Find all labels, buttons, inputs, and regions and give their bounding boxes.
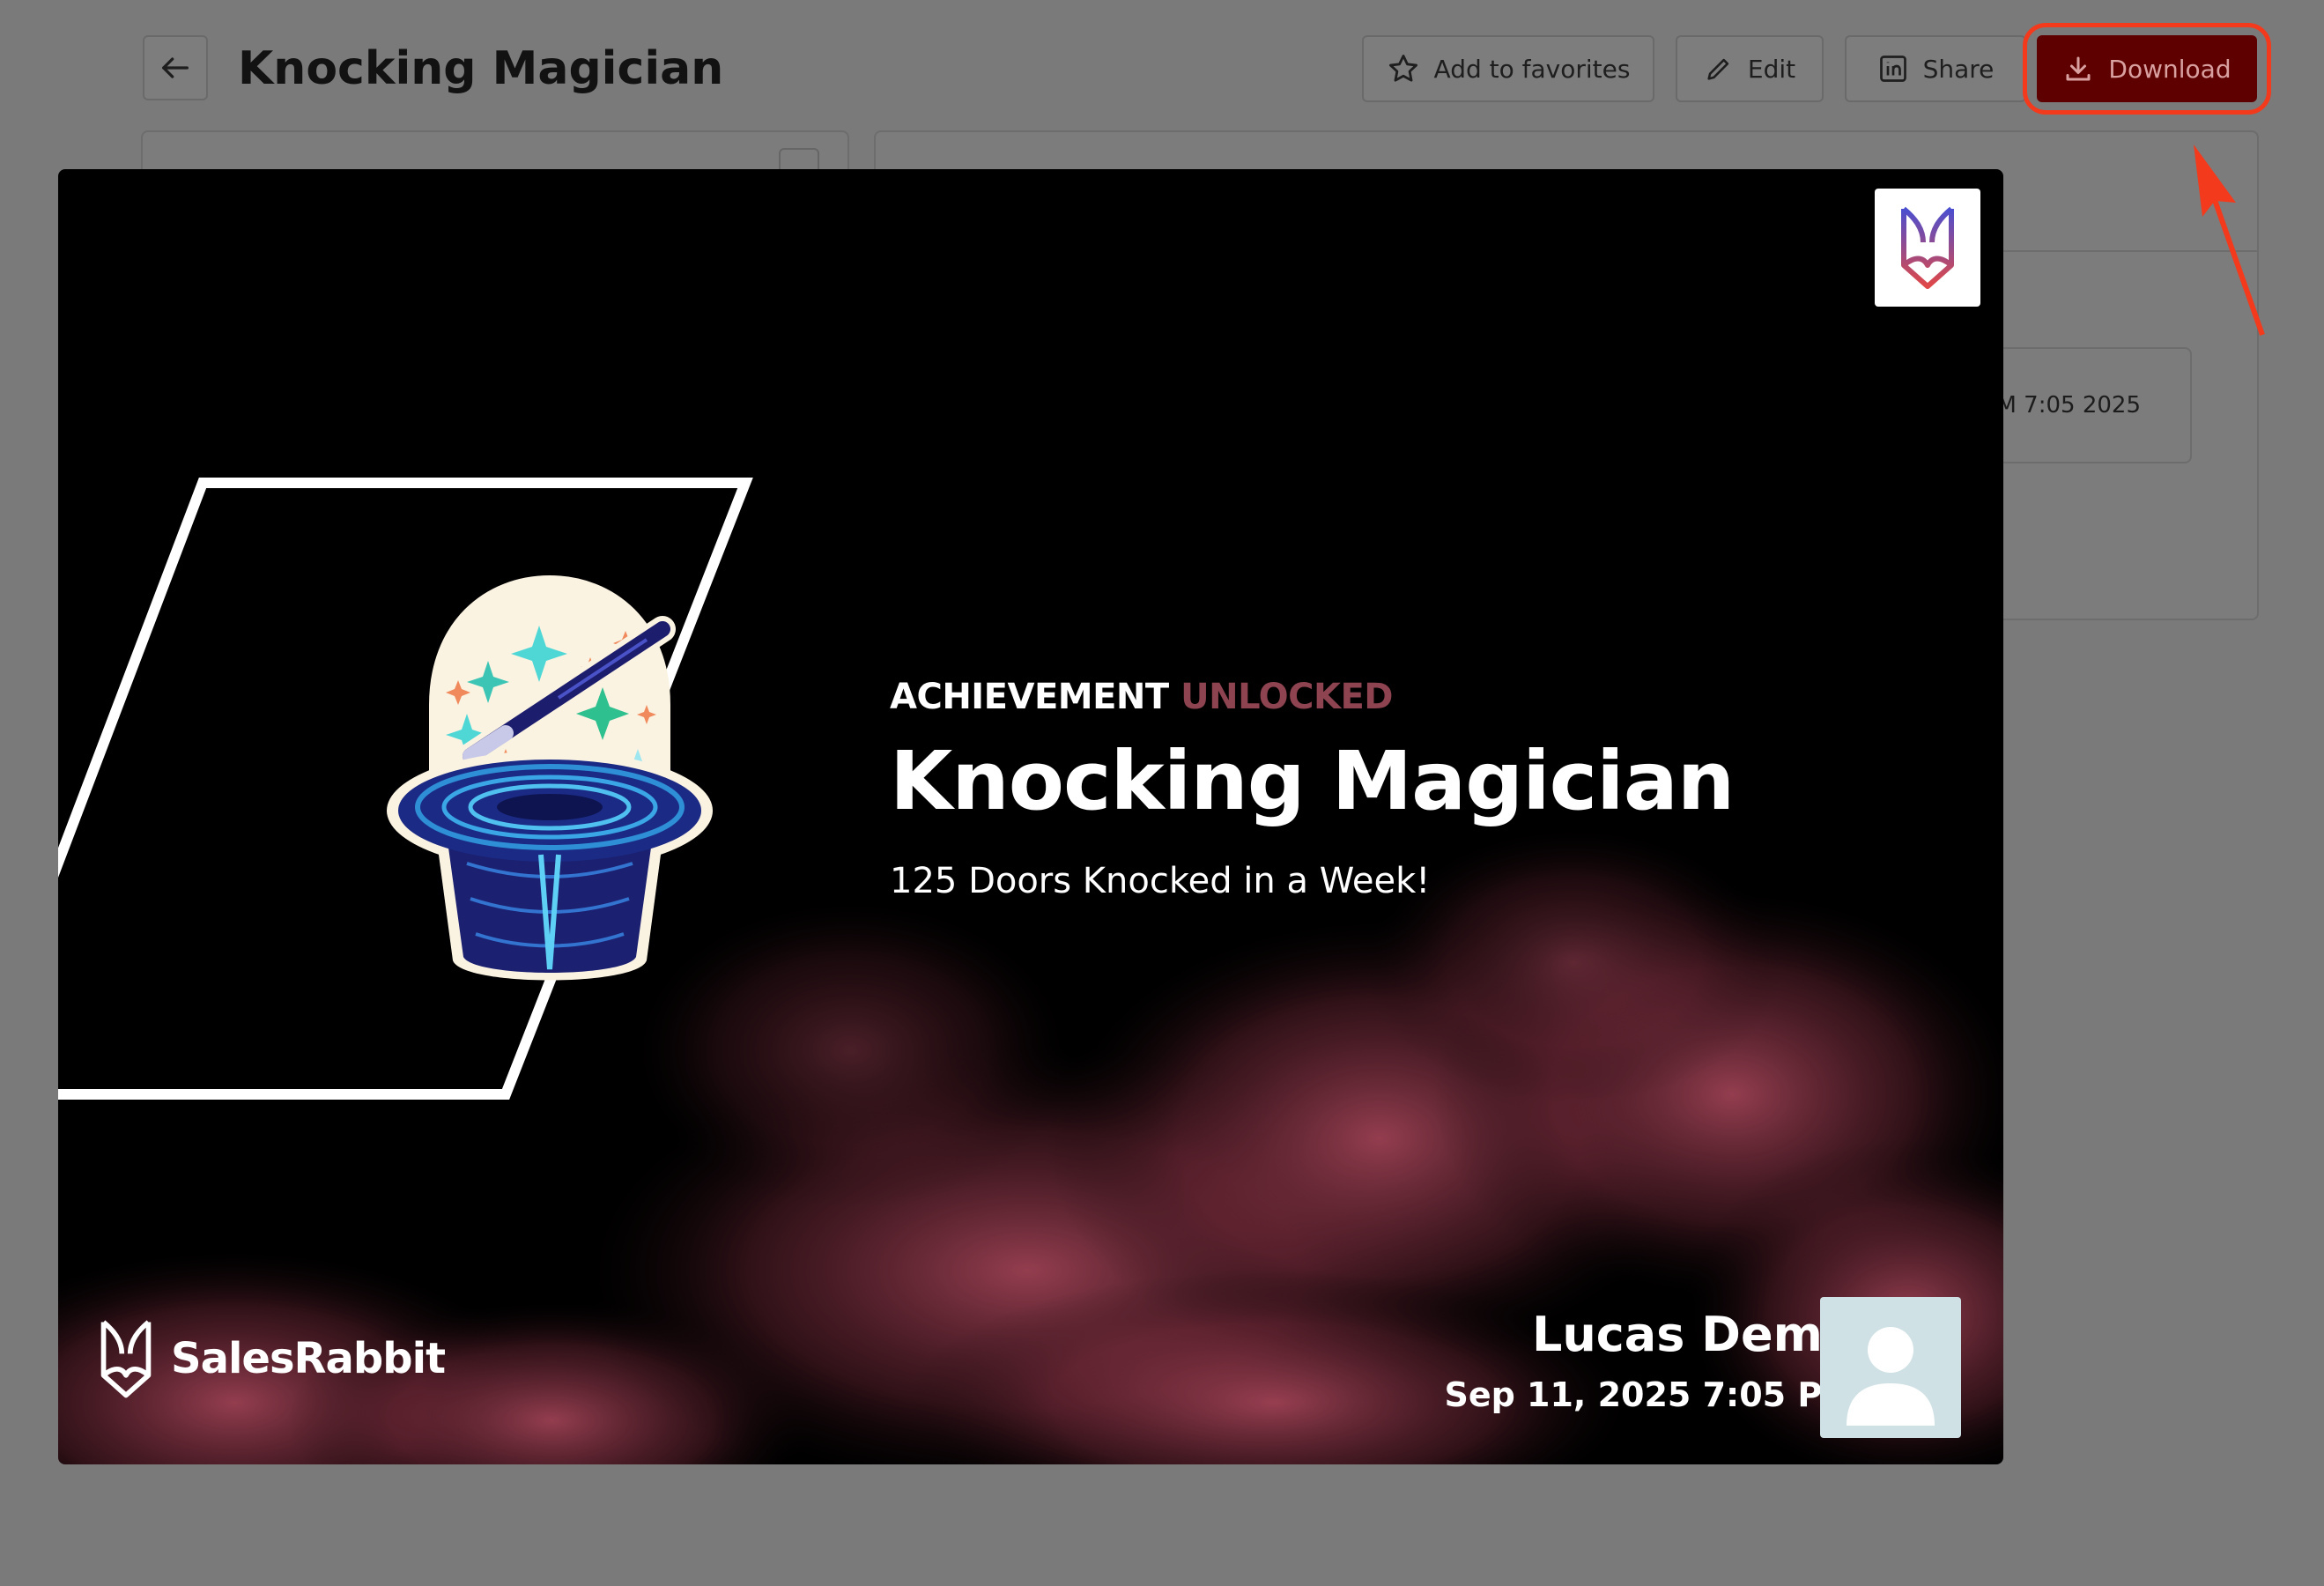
page-header: Knocking Magician Add to favorites Edit … <box>0 0 2324 132</box>
eyebrow-accent: UNLOCKED <box>1181 677 1394 717</box>
share-button[interactable]: Share <box>1845 35 2026 102</box>
salesrabbit-corner-logo <box>1875 189 1980 307</box>
brand-name: SalesRabbit <box>171 1334 446 1383</box>
details-date-text: 2025 7:05 PM <box>2000 392 2141 419</box>
page-title: Knocking Magician <box>238 42 724 95</box>
avatar <box>1820 1297 1961 1438</box>
linkedin-icon <box>1879 56 1906 82</box>
achievement-eyebrow: ACHIEVEMENT UNLOCKED <box>890 675 1394 719</box>
add-to-favorites-button[interactable]: Add to favorites <box>1362 35 1654 102</box>
edit-label: Edit <box>1747 54 1796 84</box>
achievement-card: ACHIEVEMENT UNLOCKED Knocking Magician 1… <box>58 169 2003 1464</box>
star-icon <box>1388 55 1417 82</box>
share-label: Share <box>1922 54 1995 84</box>
achievement-title: Knocking Magician <box>890 734 1735 828</box>
back-button[interactable] <box>143 35 208 100</box>
user-name: Lucas Demo <box>1531 1307 1855 1362</box>
salesrabbit-logo-icon <box>1901 206 1954 289</box>
user-placeholder-icon <box>1847 1327 1935 1426</box>
add-to-favorites-label: Add to favorites <box>1433 54 1631 84</box>
download-highlight-ring <box>2023 23 2271 115</box>
arrow-left-icon <box>162 57 189 78</box>
top-hat-icon <box>387 751 713 981</box>
eyebrow-prefix: ACHIEVEMENT <box>890 677 1169 717</box>
salesrabbit-logo-icon <box>100 1320 152 1398</box>
magic-hat-badge <box>387 574 713 981</box>
achievement-subtitle: 125 Doors Knocked in a Week! <box>890 861 1431 901</box>
annotation-arrow <box>2194 145 2265 336</box>
pencil-icon <box>1707 58 1729 80</box>
brand-footer: SalesRabbit <box>97 1315 446 1403</box>
earned-date: Sep 11, 2025 7:05 PM <box>1444 1375 1855 1414</box>
edit-button[interactable]: Edit <box>1676 35 1824 102</box>
